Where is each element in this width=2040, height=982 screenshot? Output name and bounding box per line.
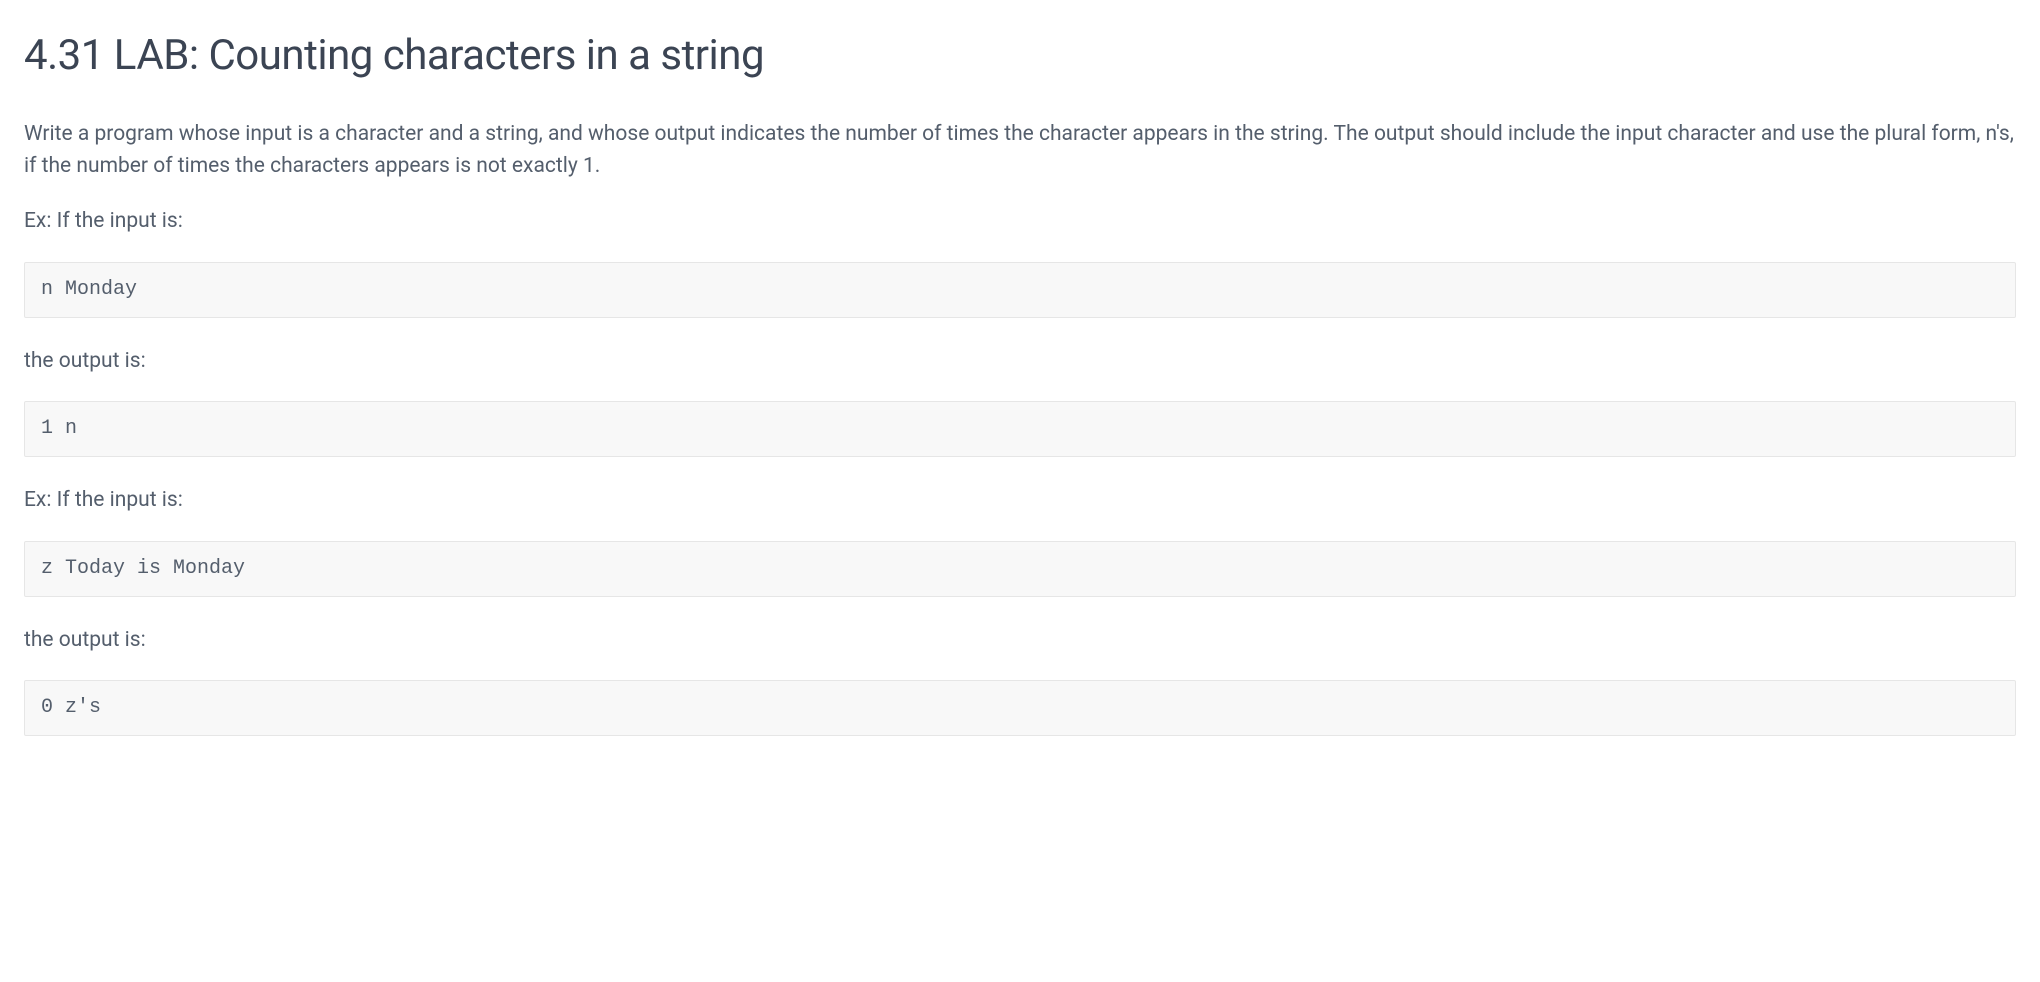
intro-paragraph: Write a program whose input is a charact… xyxy=(24,119,2016,182)
example2-output-label: the output is: xyxy=(24,625,2016,657)
example2-input-code: z Today is Monday xyxy=(24,541,2016,597)
example1-input-label: Ex: If the input is: xyxy=(24,206,2016,238)
example2-output-code: 0 z's xyxy=(24,680,2016,736)
example1-output-label: the output is: xyxy=(24,346,2016,378)
page-title: 4.31 LAB: Counting characters in a strin… xyxy=(24,24,2016,87)
example2-input-label: Ex: If the input is: xyxy=(24,485,2016,517)
example1-input-code: n Monday xyxy=(24,262,2016,318)
example1-output-code: 1 n xyxy=(24,401,2016,457)
